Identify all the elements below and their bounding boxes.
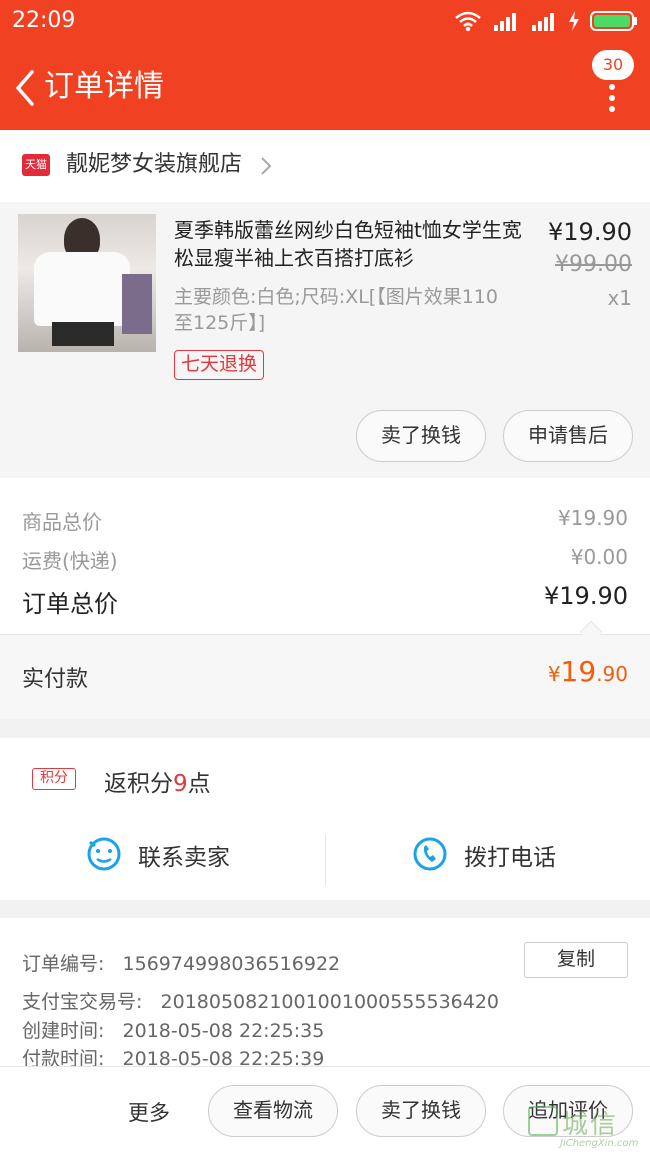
paid-label: 实付款: [22, 667, 89, 692]
copy-button[interactable]: 复制: [524, 942, 628, 978]
wifi-icon: [455, 11, 481, 32]
goods-total-label: 商品总价: [22, 510, 102, 534]
battery-icon: [590, 11, 637, 31]
contact-seller-label: 联系卖家: [138, 845, 230, 871]
points-tag: 积分: [32, 768, 76, 790]
order-number: 订单编号: 156974998036516922: [22, 953, 341, 975]
product-price: ¥19.90: [548, 218, 632, 246]
order-total-value: ¥19.90: [544, 582, 628, 610]
back-arrow-icon[interactable]: [10, 66, 40, 110]
tmall-icon: 天猫: [22, 154, 50, 176]
product-item[interactable]: 夏季韩版蕾丝网纱白色短袖t恤女学生宽松显瘦半袖上衣百搭打底衫 主要颜色:白色;尺…: [0, 202, 650, 478]
watermark-text: 城信: [562, 1110, 619, 1140]
return-policy-tag: 七天退换: [174, 350, 265, 380]
status-time: 22:09: [12, 8, 76, 33]
signal-icon: [532, 13, 554, 31]
store-row[interactable]: 天猫 靓妮梦女装旗舰店: [0, 130, 650, 202]
status-bar: 22:09: [0, 0, 650, 44]
product-image[interactable]: [18, 214, 156, 352]
app-header: 订单详情 30: [0, 44, 650, 130]
watermark-url: JiChengXin.com: [560, 1138, 639, 1149]
message-count-badge[interactable]: 30: [592, 50, 634, 80]
resell-button[interactable]: 卖了换钱: [356, 1085, 486, 1137]
product-sku: 主要颜色:白色;尺码:XL[【图片效果110至125斤】]: [174, 286, 498, 334]
shipping-label: 运费(快递): [22, 549, 118, 573]
created-time: 创建时间: 2018-05-08 22:25:35: [22, 1020, 325, 1042]
points-section: 积分 返积分9点 联系卖家 拨打电话: [0, 738, 650, 900]
call-phone-label: 拨打电话: [464, 845, 556, 871]
resell-button[interactable]: 卖了换钱: [356, 410, 486, 462]
chat-face-icon: [87, 837, 121, 871]
charging-icon: [569, 11, 579, 31]
paid-amount: ¥19.90: [547, 655, 628, 688]
contact-seller-button[interactable]: 联系卖家: [86, 830, 286, 886]
after-sales-button[interactable]: 申请售后: [503, 410, 633, 462]
signal-icon: [494, 13, 516, 31]
paid-time: 付款时间: 2018-05-08 22:25:39: [22, 1048, 325, 1066]
divider: [325, 834, 326, 886]
more-menu-button[interactable]: [602, 84, 622, 112]
chevron-right-icon: [261, 157, 272, 175]
goods-total-value: ¥19.90: [558, 506, 628, 530]
product-quantity: x1: [607, 286, 632, 310]
watermark-logo-icon: [528, 1106, 558, 1136]
view-logistics-button[interactable]: 查看物流: [208, 1085, 338, 1137]
status-icons: [454, 10, 638, 32]
price-summary: 商品总价 ¥19.90 运费(快递) ¥0.00 订单总价 ¥19.90: [0, 478, 650, 634]
shipping-value: ¥0.00: [570, 545, 628, 569]
page-title: 订单详情: [44, 69, 164, 104]
points-text: 返积分9点: [104, 771, 211, 797]
order-info: 订单编号: 156974998036516922 复制 支付宝交易号: 2018…: [0, 918, 650, 1066]
order-total-label: 订单总价: [22, 590, 118, 618]
more-link[interactable]: 更多: [128, 1097, 170, 1127]
store-name[interactable]: 靓妮梦女装旗舰店: [66, 150, 242, 180]
call-phone-button[interactable]: 拨打电话: [412, 830, 612, 886]
phone-icon: [413, 837, 447, 871]
product-title[interactable]: 夏季韩版蕾丝网纱白色短袖t恤女学生宽松显瘦半袖上衣百搭打底衫: [174, 216, 530, 272]
alipay-number: 支付宝交易号: 2018050821001001000555536420: [22, 991, 500, 1013]
paid-row: 实付款 ¥19.90: [0, 635, 650, 719]
product-original-price: ¥99.00: [555, 252, 632, 277]
watermark: 城信 JiChengXin.com: [528, 1104, 646, 1152]
